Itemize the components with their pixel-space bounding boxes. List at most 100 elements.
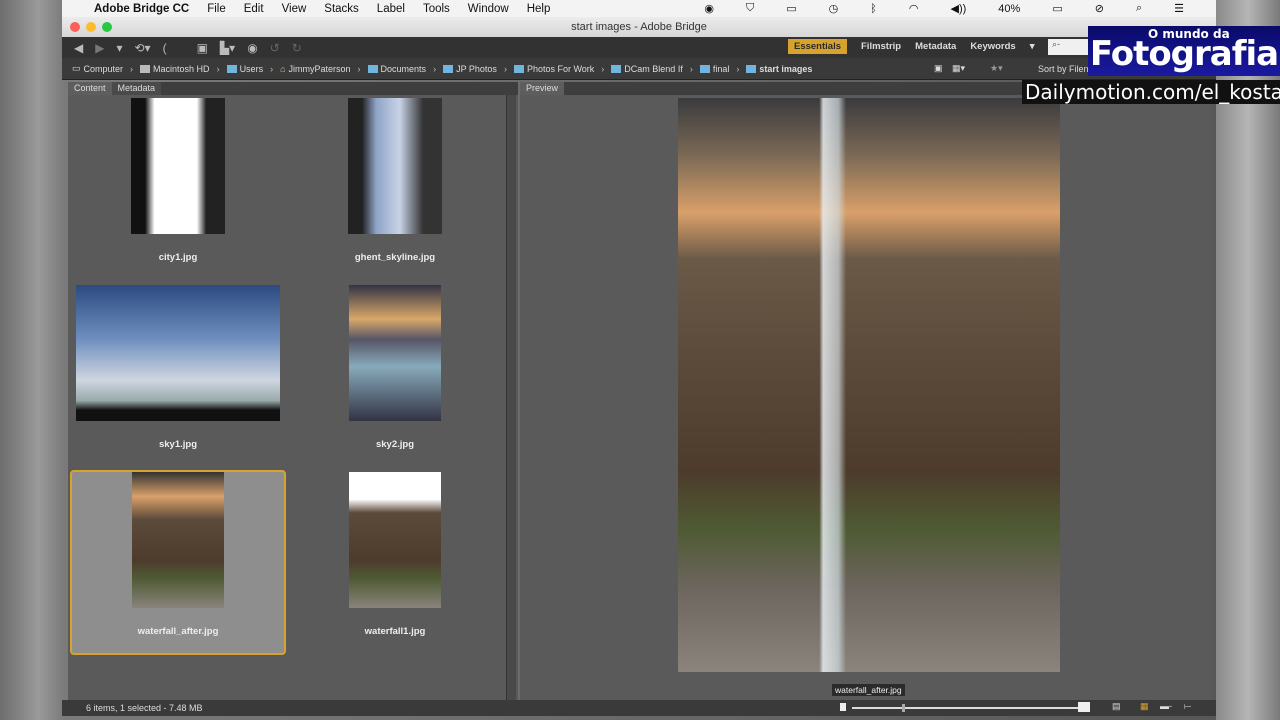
menu-label[interactable]: Label <box>377 3 405 15</box>
computer-icon: ▭ <box>72 63 81 73</box>
back-icon[interactable]: ◀ <box>74 41 83 55</box>
path-label: DCam Blend If <box>624 63 683 74</box>
rating-filter-icon[interactable]: ★▾ <box>990 63 1003 74</box>
rotate-right-icon[interactable]: ↻ <box>292 41 302 55</box>
path-jp-photos[interactable]: JP Photos <box>443 64 497 74</box>
path-documents[interactable]: Documents <box>367 64 426 74</box>
large-thumb-icon[interactable] <box>1078 702 1090 712</box>
content-scrollbar[interactable] <box>506 95 516 700</box>
forward-icon[interactable]: ▶ <box>95 41 104 55</box>
window-title: start images - Adobe Bridge <box>571 21 707 33</box>
spotlight-icon[interactable]: ⌕ <box>1136 2 1142 15</box>
preview-image[interactable] <box>678 98 1060 672</box>
path-computer[interactable]: ▭ Computer <box>72 63 123 74</box>
status-bar: 6 items, 1 selected - 7.48 MB ▤ ▦ ▬- ⟝ <box>62 700 1216 716</box>
path-macintosh-hd[interactable]: Macintosh HD <box>140 64 210 74</box>
menu-help[interactable]: Help <box>527 3 551 15</box>
folder-icon <box>699 64 710 73</box>
workspace-metadata[interactable]: Metadata <box>915 41 956 52</box>
shield-icon[interactable]: ⛉ <box>746 2 754 15</box>
toolbar: ◀ ▶ ▾ ⟲▾ ( ▣ ▙▾ ◉ ↺ ↻ Essentials Filmstr… <box>62 37 1216 58</box>
path-label: Macintosh HD <box>153 63 210 74</box>
search-input[interactable]: ⌕- <box>1048 39 1088 55</box>
thumbnail-image <box>131 98 225 234</box>
airplay-icon[interactable]: ▭ <box>786 2 796 15</box>
thumbnail-waterfall1[interactable]: waterfall1.jpg <box>295 472 495 637</box>
thumbnail-image <box>349 285 441 421</box>
boomerang-icon[interactable]: ⟲▾ <box>135 41 151 55</box>
thumbnail-sky1[interactable]: sky1.jpg <box>76 285 280 450</box>
folder-icon <box>443 64 454 73</box>
tab-content[interactable]: Content <box>68 82 112 95</box>
rotate-icon[interactable]: ( <box>163 41 167 55</box>
thumbnail-view-icon[interactable]: ▦ <box>1140 701 1149 712</box>
list-view-icon[interactable]: ⟝ <box>1184 701 1191 712</box>
view-quality-icon[interactable]: ▣ <box>934 63 943 74</box>
status-text: 6 items, 1 selected - 7.48 MB <box>86 703 203 713</box>
battery-icon: ▭ <box>1052 3 1063 15</box>
menu-view[interactable]: View <box>282 3 307 15</box>
menu-edit[interactable]: Edit <box>244 3 264 15</box>
wifi-icon[interactable]: ◠ <box>909 2 919 15</box>
workspace-dropdown-icon[interactable]: ▾ <box>1030 41 1035 52</box>
watermark-url: Dailymotion.com/el_kosta <box>1022 80 1280 104</box>
small-thumb-icon[interactable] <box>840 703 846 711</box>
menu-stacks[interactable]: Stacks <box>324 3 359 15</box>
view-mode-icon[interactable]: ▦▾ <box>952 63 965 74</box>
thumbnail-waterfall-after[interactable]: waterfall_after.jpg <box>78 472 278 637</box>
path-final[interactable]: final <box>699 63 730 74</box>
path-label: Photos For Work <box>526 63 595 74</box>
notification-icon[interactable]: ☰ <box>1174 2 1184 15</box>
thumbnail-ghent-skyline[interactable]: ghent_skyline.jpg <box>295 98 495 263</box>
open-in-camera-raw-icon[interactable]: ◉ <box>247 41 257 55</box>
path-label: JP Photos <box>456 63 497 74</box>
volume-icon[interactable]: ◀)) <box>951 2 967 15</box>
thumbnail-sky2[interactable]: sky2.jpg <box>295 285 495 450</box>
thumbnail-image <box>132 472 224 608</box>
workspace-essentials[interactable]: Essentials <box>788 39 847 54</box>
slider-handle[interactable] <box>901 704 905 712</box>
path-user[interactable]: ⌂ JimmyPaterson <box>280 64 350 74</box>
menu-app[interactable]: Adobe Bridge CC <box>94 3 189 15</box>
thumbnail-label: city1.jpg <box>158 252 198 263</box>
battery-percent[interactable]: 40% <box>998 3 1020 15</box>
details-view-icon[interactable]: ▬- <box>1160 701 1172 711</box>
tab-preview[interactable]: Preview <box>520 82 565 95</box>
clock-icon[interactable]: ⊘ <box>1095 2 1104 15</box>
path-users[interactable]: Users <box>226 64 263 74</box>
thumbnail-label: sky1.jpg <box>158 439 198 450</box>
path-dcam-blend-if[interactable]: DCam Blend If <box>611 64 683 74</box>
thumbnail-label: waterfall1.jpg <box>364 626 426 637</box>
menu-file[interactable]: File <box>207 3 226 15</box>
refine-icon[interactable]: ▙▾ <box>220 41 235 55</box>
thumbnail-image <box>76 285 280 421</box>
bluetooth-icon[interactable]: ᛒ <box>870 3 877 15</box>
home-icon: ⌂ <box>280 63 286 74</box>
thumbnail-label: ghent_skyline.jpg <box>354 252 436 263</box>
creative-cloud-icon[interactable]: ◉ <box>704 2 714 15</box>
path-label: final <box>712 63 730 74</box>
menu-tools[interactable]: Tools <box>423 3 450 15</box>
title-bar: start images - Adobe Bridge <box>62 17 1216 37</box>
zoom-button[interactable] <box>102 22 112 32</box>
folder-icon <box>226 64 237 73</box>
workspace-filmstrip[interactable]: Filmstrip <box>861 41 901 52</box>
folder-icon <box>367 64 378 73</box>
thumbnail-label: sky2.jpg <box>375 439 415 450</box>
path-photos-for-work[interactable]: Photos For Work <box>513 63 595 74</box>
preview-panel: Preview waterfall_after.jpg <box>520 82 1212 700</box>
thumbnail-city1[interactable]: city1.jpg <box>78 98 278 263</box>
close-button[interactable] <box>70 22 80 32</box>
path-label: Computer <box>83 63 124 74</box>
recent-dropdown-icon[interactable]: ▾ <box>116 41 122 55</box>
grid-view-icon[interactable]: ▤ <box>1112 701 1121 712</box>
tab-metadata[interactable]: Metadata <box>111 82 162 95</box>
minimize-button[interactable] <box>86 22 96 32</box>
path-start-images[interactable]: start images <box>746 64 812 74</box>
rotate-left-icon[interactable]: ↺ <box>270 41 280 55</box>
time-machine-icon[interactable]: ◷ <box>829 2 839 15</box>
camera-icon[interactable]: ▣ <box>197 41 208 55</box>
thumbnail-size-slider[interactable] <box>840 702 1090 712</box>
workspace-keywords[interactable]: Keywords <box>970 41 1015 52</box>
menu-window[interactable]: Window <box>468 3 509 15</box>
